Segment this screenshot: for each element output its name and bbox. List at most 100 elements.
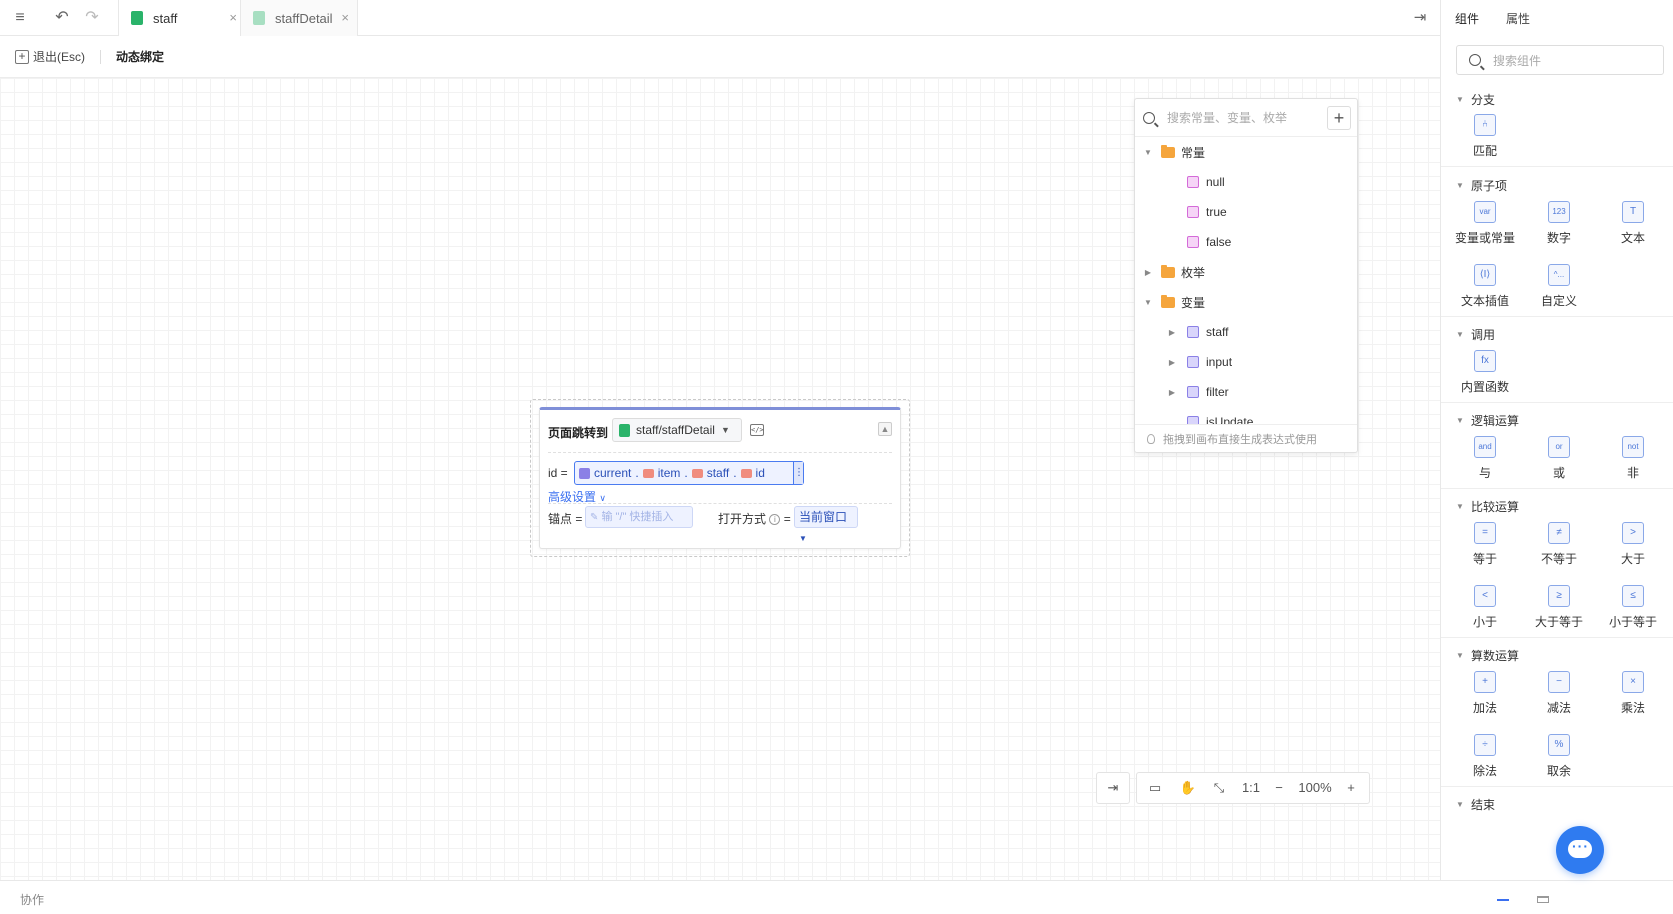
component-search-input[interactable]: 搜索组件 xyxy=(1456,45,1664,75)
component-eq[interactable]: = 等于 xyxy=(1449,522,1521,567)
collapse-panel-button[interactable]: ⇥ xyxy=(1096,772,1130,804)
component-lte[interactable]: ≤ 小于等于 xyxy=(1597,585,1669,630)
hand-icon[interactable]: ✋ xyxy=(1173,772,1203,804)
section-arith[interactable]: ▼ 算数运算 xyxy=(1455,647,1519,664)
tab-staffdetail[interactable]: staffDetail × xyxy=(240,0,358,36)
node-container[interactable]: 页面跳转到 staff/staffDetail ▼ </> ▲ id = cur… xyxy=(530,399,910,557)
chevron-down-icon[interactable]: ▼ xyxy=(1143,298,1153,307)
component-and[interactable]: and 与 xyxy=(1449,436,1521,481)
chevron-right-icon[interactable]: ▶ xyxy=(1167,328,1177,337)
zoom-out-icon[interactable]: − xyxy=(1267,772,1291,804)
property-icon xyxy=(740,468,752,478)
redo-icon[interactable]: ↷ xyxy=(80,6,104,30)
open-mode-select[interactable]: 当前窗口 ▼ xyxy=(794,506,858,543)
component-or[interactable]: or 或 xyxy=(1523,436,1595,481)
page-select[interactable]: staff/staffDetail ▼ xyxy=(612,418,742,442)
tab-components[interactable]: 组件 xyxy=(1455,10,1479,27)
tree-folder-variables[interactable]: ▼ 变量 xyxy=(1135,287,1357,317)
chat-icon xyxy=(1568,838,1592,858)
section-end[interactable]: ▼ 结束 xyxy=(1455,796,1495,813)
component-text[interactable]: T 文本 xyxy=(1597,201,1669,246)
more-icon[interactable]: ⋮ xyxy=(793,462,804,484)
close-icon[interactable]: × xyxy=(341,10,349,25)
info-icon[interactable]: i xyxy=(769,514,781,526)
component-lt[interactable]: < 小于 xyxy=(1449,585,1521,630)
chevron-down-icon[interactable]: ▼ xyxy=(1143,148,1153,157)
and-icon: and xyxy=(1474,436,1496,458)
tree-folder-constants[interactable]: ▼ 常量 xyxy=(1135,137,1357,167)
panel-toggle-icon[interactable]: ⇥ xyxy=(1408,6,1432,30)
chat-button[interactable] xyxy=(1556,826,1604,874)
actual-size-button[interactable]: 1:1 xyxy=(1235,772,1267,804)
section-branch[interactable]: ▼ 分支 xyxy=(1455,91,1495,108)
zoom-in-icon[interactable]: + xyxy=(1339,772,1363,804)
text-interpolation-icon: ⟨I⟩ xyxy=(1474,264,1496,286)
collab-tab[interactable]: 协作 xyxy=(20,891,44,908)
chevron-down-icon: ▼ xyxy=(1456,416,1464,425)
component-mul[interactable]: × 乘法 xyxy=(1597,671,1669,716)
component-add[interactable]: + 加法 xyxy=(1449,671,1521,716)
multiply-icon: × xyxy=(1622,671,1644,693)
fit-screen-icon[interactable]: ▭ xyxy=(1137,772,1173,804)
tree-folder-enums[interactable]: ▶ 枚举 xyxy=(1135,257,1357,287)
component-text-interp[interactable]: ⟨I⟩ 文本插值 xyxy=(1449,264,1521,309)
chevron-right-icon[interactable]: ▶ xyxy=(1167,388,1177,397)
tree-item[interactable]: ▶ staff xyxy=(1135,317,1357,347)
menu-collapse-icon[interactable]: ≡ xyxy=(8,6,32,30)
tree-item[interactable]: ▶ input xyxy=(1135,347,1357,377)
picker-search[interactable]: 搜索常量、变量、枚举 xyxy=(1135,99,1357,137)
undo-icon[interactable]: ↶ xyxy=(50,6,74,30)
close-icon[interactable]: × xyxy=(229,10,237,25)
section-logic[interactable]: ▼ 逻辑运算 xyxy=(1455,412,1519,429)
component-match[interactable]: ⑃ 匹配 xyxy=(1449,114,1521,159)
minimize-icon[interactable] xyxy=(1497,899,1509,901)
component-builtin[interactable]: fx 内置函数 xyxy=(1449,350,1521,395)
section-atom[interactable]: ▼ 原子项 xyxy=(1455,177,1507,194)
component-sub[interactable]: − 减法 xyxy=(1523,671,1595,716)
component-label: 文本 xyxy=(1620,231,1645,245)
chevron-right-icon[interactable]: ▶ xyxy=(1143,268,1153,277)
maximize-icon[interactable] xyxy=(1537,896,1549,903)
tree-item[interactable]: isUpdate xyxy=(1135,407,1357,425)
tab-properties[interactable]: 属性 xyxy=(1506,10,1530,27)
canvas[interactable]: 页面跳转到 staff/staffDetail ▼ </> ▲ id = cur… xyxy=(0,78,1440,880)
component-number[interactable]: 123 数字 xyxy=(1523,201,1595,246)
tree-item[interactable]: true xyxy=(1135,197,1357,227)
component-gt[interactable]: > 大于 xyxy=(1597,522,1669,567)
shrink-icon[interactable]: ⤡ xyxy=(1203,772,1235,804)
chevron-up-icon[interactable]: ▲ xyxy=(878,422,892,436)
component-label: 等于 xyxy=(1472,552,1497,566)
component-neq[interactable]: ≠ 不等于 xyxy=(1523,522,1595,567)
component-mod[interactable]: % 取余 xyxy=(1523,734,1595,779)
component-var-const[interactable]: var 变量或常量 xyxy=(1449,201,1521,246)
code-icon[interactable]: </> xyxy=(750,424,764,436)
expr-chip[interactable]: item xyxy=(642,466,680,480)
variable-icon xyxy=(1187,326,1199,338)
section-label: 原子项 xyxy=(1471,179,1508,193)
picker-tree: ▼ 常量 null true false ▶ 枚举 ▼ 变量 ▶ staff ▶ inpu… xyxy=(1135,137,1357,425)
component-gte[interactable]: ≥ 大于等于 xyxy=(1523,585,1595,630)
tree-item[interactable]: null xyxy=(1135,167,1357,197)
section-compare[interactable]: ▼ 比较运算 xyxy=(1455,498,1519,515)
component-custom[interactable]: ^... 自定义 xyxy=(1523,264,1595,309)
exit-icon: + xyxy=(15,49,29,64)
expr-chip[interactable]: id xyxy=(740,466,765,480)
component-div[interactable]: ÷ 除法 xyxy=(1449,734,1521,779)
add-button[interactable]: + xyxy=(1327,106,1351,130)
navigate-node[interactable]: 页面跳转到 staff/staffDetail ▼ </> ▲ id = cur… xyxy=(539,407,901,549)
component-not[interactable]: not 非 xyxy=(1597,436,1669,481)
section-call[interactable]: ▼ 调用 xyxy=(1455,326,1495,343)
tree-item[interactable]: false xyxy=(1135,227,1357,257)
anchor-input[interactable]: ✎ 输 "/" 快捷插入 xyxy=(585,506,693,528)
or-icon: or xyxy=(1548,436,1570,458)
tree-item[interactable]: ▶ filter xyxy=(1135,377,1357,407)
exit-button[interactable]: + 退出(Esc) xyxy=(15,48,85,65)
tab-staff[interactable]: staff × xyxy=(118,0,246,36)
chevron-right-icon[interactable]: ▶ xyxy=(1167,358,1177,367)
status-bar: 协作 xyxy=(0,880,1673,914)
percent-icon: % xyxy=(1548,734,1570,756)
id-expression[interactable]: current . item . staff . id ⋮ xyxy=(574,461,804,485)
expr-chip[interactable]: current xyxy=(579,466,631,480)
expr-chip[interactable]: staff xyxy=(691,466,729,480)
component-label: 不等于 xyxy=(1540,552,1577,566)
